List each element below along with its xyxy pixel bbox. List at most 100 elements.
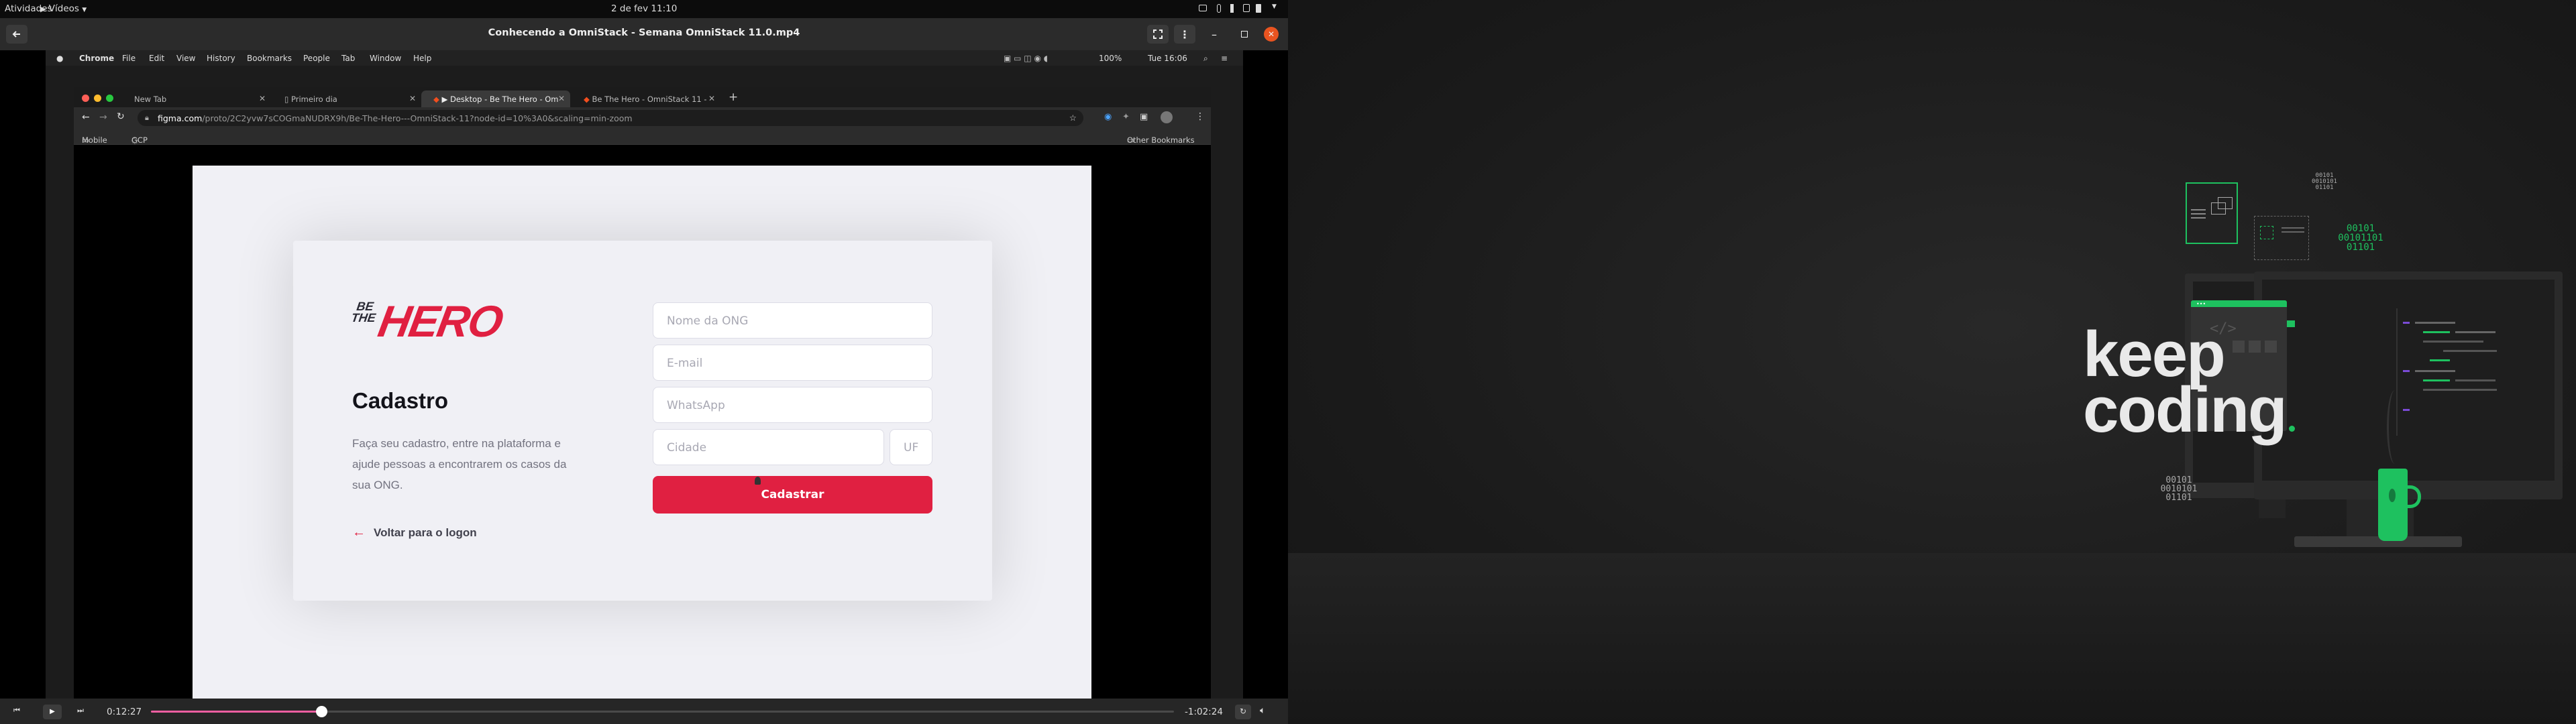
video-frame[interactable]: ● Chrome File Edit View History Bookmark… bbox=[0, 50, 1288, 699]
bluetooth-icon[interactable] bbox=[1217, 4, 1221, 13]
maximize-icon bbox=[1241, 31, 1248, 38]
binary-top: 00101 0010101 01101 bbox=[2311, 173, 2338, 191]
page-title: Cadastro bbox=[352, 388, 449, 413]
url-host: figma.com bbox=[158, 113, 203, 123]
tab-new-tab[interactable]: New Tab ✕ bbox=[122, 90, 271, 107]
gnome-top-bar: Atividades ▶ Vídeos ▼ 2 de fev 11:10 ▼ bbox=[0, 0, 1288, 18]
tab-close-icon[interactable]: ✕ bbox=[409, 94, 416, 103]
mac-menu-history: History bbox=[207, 54, 235, 63]
fullscreen-button[interactable] bbox=[1147, 25, 1169, 44]
binary-bottom: 00101 0010101 01101 bbox=[2159, 476, 2199, 502]
system-menu-arrow-icon[interactable]: ▼ bbox=[1272, 3, 1277, 10]
repeat-button[interactable]: ↻ bbox=[1235, 705, 1251, 719]
menu-button[interactable]: ⋮ bbox=[1174, 25, 1195, 44]
headline-word: coding bbox=[2083, 374, 2288, 446]
skip-back-icon[interactable]: ⏮ bbox=[13, 706, 20, 715]
window-title: Conhecendo a OmniStack - Semana OmniStac… bbox=[488, 27, 800, 38]
tab-label: Primeiro dia bbox=[290, 95, 337, 104]
whatsapp-input[interactable]: WhatsApp bbox=[653, 387, 932, 423]
extension-icon[interactable]: ▣ bbox=[1140, 112, 1148, 122]
tab-close-icon[interactable]: ✕ bbox=[558, 94, 565, 103]
tab-primeiro-dia[interactable]: ▯ Primeiro dia ✕ bbox=[272, 90, 421, 107]
forward-arrow-icon[interactable]: → bbox=[99, 112, 107, 123]
player-headerbar: Conhecendo a OmniStack - Semana OmniStac… bbox=[0, 18, 1288, 50]
arrow-left-icon: ← bbox=[352, 525, 366, 540]
headline-line-2: coding bbox=[2083, 378, 2295, 442]
tab-be-the-hero[interactable]: ◆ Be The Hero - OmniStack 11 - ✕ bbox=[572, 90, 720, 107]
seek-bar[interactable] bbox=[151, 706, 1174, 717]
keyboard-icon[interactable] bbox=[1230, 4, 1236, 13]
address-bar[interactable]: 🔒︎ figma.com/proto/2C2yvw7sCOGmaNUDRX9h/… bbox=[138, 110, 1083, 126]
close-button[interactable]: ✕ bbox=[1264, 27, 1279, 42]
back-to-logon-link[interactable]: ← Voltar para o logon bbox=[352, 525, 477, 540]
city-input[interactable]: Cidade bbox=[653, 429, 884, 465]
binary-green: 00101 00101101 01101 bbox=[2336, 224, 2385, 252]
screen-icon[interactable] bbox=[1199, 5, 1207, 11]
logo-the: THE bbox=[350, 311, 377, 324]
bookmark-label: Mobile bbox=[82, 135, 107, 145]
mac-clock: Tue 16:06 bbox=[1148, 54, 1187, 63]
prototype-frame: BE THE HERO Cadastro Faça seu cadastro, … bbox=[193, 166, 1091, 699]
email-input[interactable]: E-mail bbox=[653, 345, 932, 381]
url-path: /proto/2C2yvw7sCOGmaNUDRX9h/Be-The-Hero-… bbox=[202, 113, 633, 123]
desk-surface bbox=[1288, 553, 2576, 724]
binary-line: 01101 bbox=[2315, 184, 2334, 191]
desktop: Atividades ▶ Vídeos ▼ 2 de fev 11:10 ▼ C… bbox=[0, 0, 2576, 724]
mac-menu-people: People bbox=[303, 54, 330, 63]
extension-icon[interactable]: ◉ bbox=[1104, 112, 1112, 122]
app-menu[interactable]: ▶ Vídeos ▼ bbox=[40, 3, 87, 14]
tab-figma-desktop[interactable]: ◆ ▶ Desktop - Be The Hero - Om ✕ bbox=[421, 90, 570, 107]
mac-search-icon: ⌕ bbox=[1203, 54, 1208, 63]
mac-menu-help: Help bbox=[413, 54, 432, 63]
tab-close-icon[interactable]: ✕ bbox=[708, 94, 715, 103]
mac-minimize-icon[interactable] bbox=[94, 95, 101, 102]
mouse-cursor-icon bbox=[755, 477, 761, 485]
lock-icon: 🔒︎ bbox=[145, 113, 149, 122]
profile-avatar[interactable] bbox=[1161, 111, 1173, 123]
green-dot bbox=[2288, 426, 2295, 432]
register-card: BE THE HERO Cadastro Faça seu cadastro, … bbox=[293, 241, 992, 601]
maximize-button[interactable] bbox=[1236, 25, 1252, 44]
mac-zoom-icon[interactable] bbox=[106, 95, 113, 102]
reload-icon[interactable]: ↻ bbox=[117, 111, 125, 122]
figma-viewport: BE THE HERO Cadastro Faça seu cadastro, … bbox=[74, 145, 1211, 699]
playback-controls: ⏮ ▶ ⏭ 0:12:27 -1:02:24 ↻ 🔈︎ bbox=[0, 699, 1288, 724]
extension-icon[interactable]: ✦ bbox=[1122, 112, 1130, 122]
chevron-down-icon: ▼ bbox=[82, 7, 87, 13]
ong-name-input[interactable]: Nome da ONG bbox=[653, 302, 932, 339]
figma-icon: ◆ bbox=[584, 95, 592, 104]
bookmark-label: GCP bbox=[131, 135, 148, 145]
code-lines bbox=[2396, 308, 2551, 442]
mac-app-name: Chrome bbox=[79, 54, 115, 63]
repeat-icon: ↻ bbox=[1239, 707, 1247, 716]
skip-forward-icon[interactable]: ⏭ bbox=[77, 706, 84, 715]
binary-line: 01101 bbox=[2165, 493, 2192, 503]
binary-line: 00101 bbox=[2346, 223, 2375, 234]
minimize-button[interactable]: – bbox=[1206, 25, 1222, 44]
volume-icon[interactable] bbox=[1243, 4, 1250, 12]
apple-icon: ● bbox=[56, 54, 64, 63]
tab-label: Be The Hero - OmniStack 11 - bbox=[592, 95, 707, 104]
logo-hero: HERO bbox=[374, 296, 506, 346]
outline-window-illustration bbox=[2186, 182, 2238, 244]
new-tab-plus-icon[interactable]: + bbox=[729, 90, 738, 104]
mac-battery: 100% bbox=[1099, 54, 1122, 63]
back-arrow-icon[interactable]: ← bbox=[82, 112, 90, 123]
play-icon: ▶ bbox=[40, 5, 46, 13]
tab-label: New Tab bbox=[134, 95, 167, 104]
cadastrar-button[interactable]: Cadastrar bbox=[653, 476, 932, 514]
play-button[interactable]: ▶ bbox=[43, 705, 62, 719]
battery-icon[interactable] bbox=[1256, 4, 1261, 13]
mac-menu-tab: Tab bbox=[341, 54, 356, 63]
chrome-menu-icon[interactable]: ⋮ bbox=[1195, 111, 1205, 122]
mac-close-icon[interactable] bbox=[82, 95, 89, 102]
tab-close-icon[interactable]: ✕ bbox=[259, 94, 266, 103]
mac-status-icons: ▣ ▭ ◫ ◉ ◖ bbox=[1004, 54, 1049, 63]
uf-input[interactable]: UF bbox=[890, 429, 932, 465]
seek-handle[interactable] bbox=[315, 706, 327, 717]
mug-steam-illustration bbox=[2387, 390, 2403, 464]
bookmark-star-icon[interactable]: ☆ bbox=[1069, 113, 1077, 123]
volume-icon[interactable]: 🔈︎ bbox=[1260, 705, 1265, 716]
coffee-mug-illustration bbox=[2378, 469, 2421, 541]
clock[interactable]: 2 de fev 11:10 bbox=[611, 3, 677, 14]
